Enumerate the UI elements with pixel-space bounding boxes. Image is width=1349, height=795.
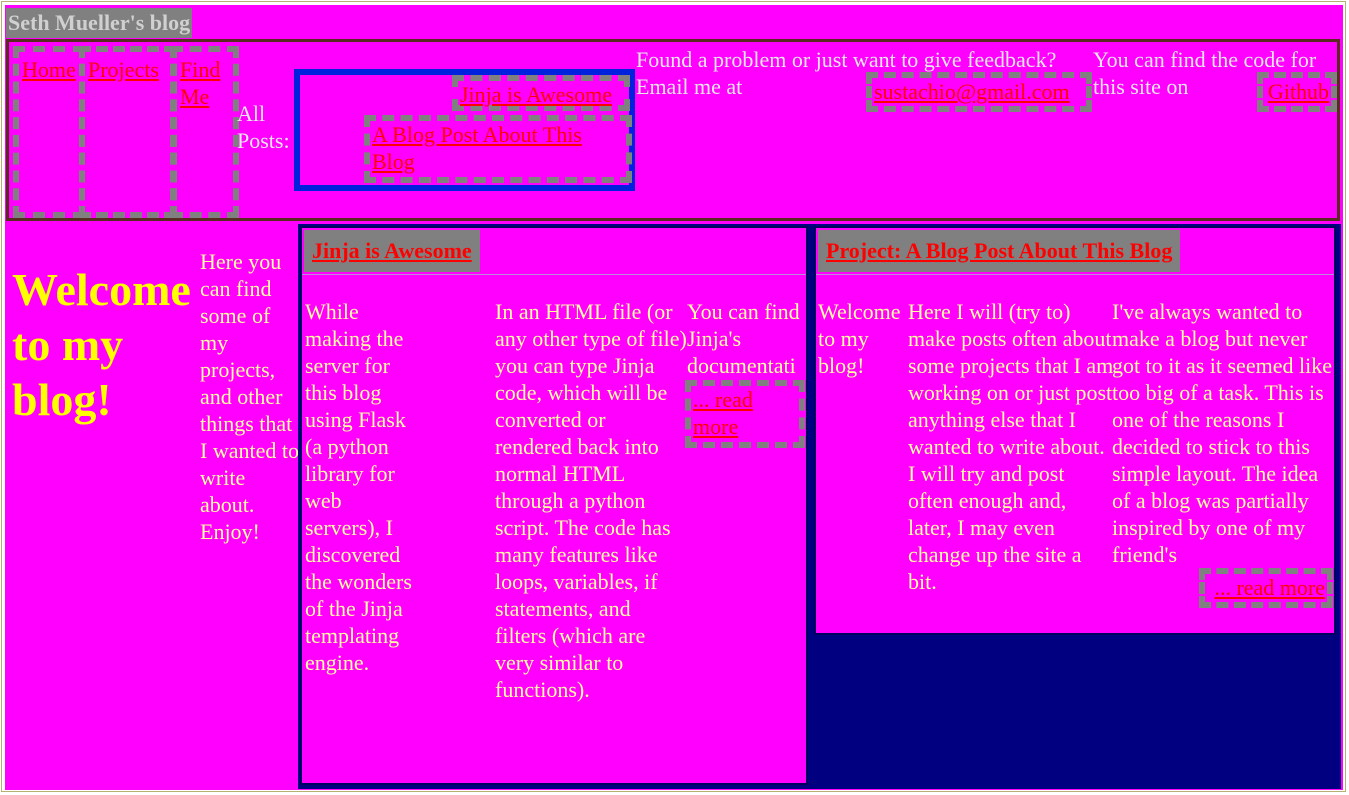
read-more-box: ... read more — [1199, 568, 1333, 608]
post-title-link[interactable]: Project: A Blog Post About This Blog — [826, 238, 1172, 263]
post-link-box: A Blog Post About This Blog — [364, 115, 632, 183]
nav-projects-box: Projects — [79, 46, 176, 218]
welcome-heading: Welcome to my blog! — [12, 264, 191, 425]
post-column-text: In an HTML file (or any other type of fi… — [495, 299, 687, 702]
read-more-link[interactable]: ... read more — [1214, 575, 1325, 600]
post-link-blog-post[interactable]: A Blog Post About This Blog — [372, 122, 582, 174]
post-column-text: Welcome to my blog! — [818, 299, 901, 378]
card-divider — [302, 274, 806, 275]
post-column-text: I've always wanted to make a blog but ne… — [1112, 299, 1332, 567]
all-posts-box: Jinja is Awesome A Blog Post About This … — [294, 69, 635, 191]
nav-home-box: Home — [13, 46, 85, 218]
post-card-title: Project: A Blog Post About This Blog — [818, 230, 1181, 272]
card-divider — [816, 274, 1334, 275]
post-column-text: You can find Jinja's documentati — [687, 299, 800, 378]
posts-column: Jinja is Awesome While making the server… — [298, 224, 1341, 789]
github-link-box: Github — [1257, 72, 1337, 112]
nav-find-me-link[interactable]: Find Me — [180, 57, 220, 109]
post-card-title: Jinja is Awesome — [304, 230, 480, 272]
all-posts-label: All Posts: — [237, 101, 290, 153]
post-card: Jinja is Awesome While making the server… — [300, 226, 808, 785]
post-column-text: While making the server for this blog us… — [305, 299, 412, 675]
post-link-jinja[interactable]: Jinja is Awesome — [460, 82, 612, 107]
nav-home-link[interactable]: Home — [22, 57, 76, 82]
post-column-text: Here I will (try to) make posts often ab… — [908, 299, 1114, 594]
github-link[interactable]: Github — [1268, 79, 1329, 104]
intro-text: Here you can find some of my projects, a… — [200, 249, 299, 544]
post-card: Project: A Blog Post About This Blog Wel… — [814, 226, 1336, 635]
email-link[interactable]: sustachio@gmail.com — [874, 79, 1070, 104]
header-bar: Home Projects Find Me All Posts: Jinja i… — [6, 39, 1340, 221]
post-title-link[interactable]: Jinja is Awesome — [312, 238, 472, 263]
email-link-box: sustachio@gmail.com — [866, 72, 1092, 112]
nav-findme-box: Find Me — [171, 46, 239, 218]
post-link-box: Jinja is Awesome — [452, 75, 630, 111]
site-title: Seth Mueller's blog — [6, 8, 193, 38]
nav-projects-link[interactable]: Projects — [88, 57, 159, 82]
read-more-link[interactable]: ... read more — [693, 387, 753, 439]
read-more-box: ... read more — [685, 380, 805, 448]
